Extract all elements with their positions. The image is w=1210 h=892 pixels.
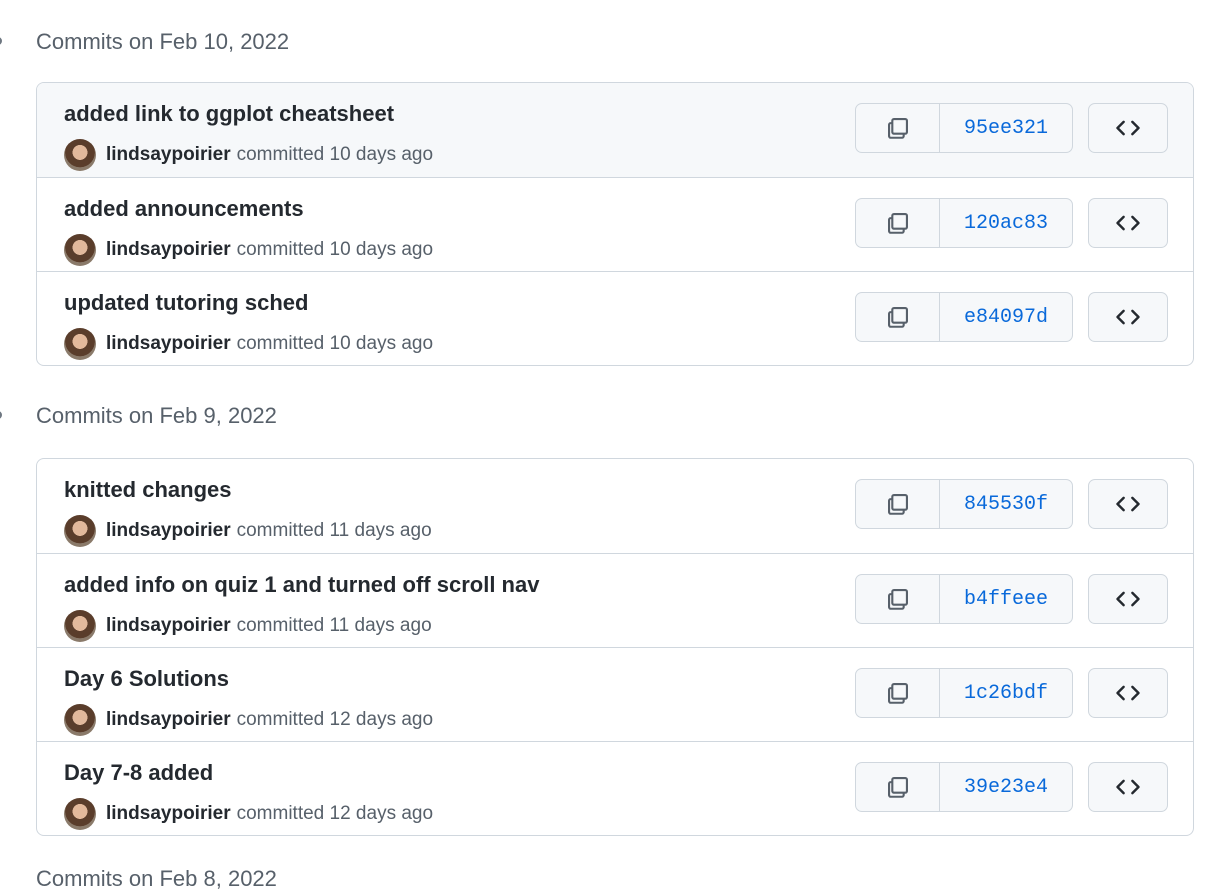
- commit-row[interactable]: Day 6 Solutions lindsaypoirier committed…: [37, 647, 1193, 741]
- copy-icon: [887, 589, 908, 610]
- commit-meta: lindsaypoirier committed 11 days ago: [64, 610, 432, 642]
- next-group-title: Commits on Feb 8, 2022: [36, 866, 277, 891]
- commit-list: knitted changes lindsaypoirier committed…: [36, 458, 1194, 836]
- avatar[interactable]: [64, 328, 96, 360]
- browse-repo-button[interactable]: [1088, 103, 1168, 153]
- commit-sha-link[interactable]: 1c26bdf: [940, 669, 1072, 717]
- sha-button-group: e84097d: [855, 292, 1073, 342]
- commit-time: committed 11 days ago: [236, 615, 432, 636]
- browse-repo-button[interactable]: [1088, 198, 1168, 248]
- copy-icon: [887, 213, 908, 234]
- sha-button-group: 39e23e4: [855, 762, 1073, 812]
- group-title: Commits on Feb 9, 2022: [36, 403, 277, 428]
- code-icon: [1116, 309, 1140, 325]
- commit-message-link[interactable]: updated tutoring sched: [64, 290, 308, 316]
- commit-row[interactable]: Day 7-8 added lindsaypoirier committed 1…: [37, 741, 1193, 835]
- group-title: Commits on Feb 10, 2022: [36, 29, 290, 54]
- commit-sha-link[interactable]: b4ffeee: [940, 575, 1072, 623]
- author-link[interactable]: lindsaypoirier: [106, 709, 231, 731]
- author-link[interactable]: lindsaypoirier: [106, 803, 231, 825]
- code-icon: [1116, 779, 1140, 795]
- commit-meta: lindsaypoirier committed 10 days ago: [64, 139, 433, 171]
- commit-group-header: Commits on Feb 9, 2022: [0, 396, 1210, 436]
- avatar[interactable]: [64, 798, 96, 830]
- commit-sha-link[interactable]: 95ee321: [940, 104, 1072, 152]
- author-link[interactable]: lindsaypoirier: [106, 144, 231, 166]
- copy-sha-button[interactable]: [856, 575, 940, 623]
- commit-row[interactable]: added link to ggplot cheatsheet lindsayp…: [37, 83, 1193, 177]
- avatar[interactable]: [64, 704, 96, 736]
- sha-button-group: 1c26bdf: [855, 668, 1073, 718]
- browse-repo-button[interactable]: [1088, 479, 1168, 529]
- author-link[interactable]: lindsaypoirier: [106, 333, 231, 355]
- copy-sha-button[interactable]: [856, 763, 940, 811]
- commit-time: committed 10 days ago: [236, 239, 434, 260]
- copy-sha-button[interactable]: [856, 199, 940, 247]
- commit-message-link[interactable]: added announcements: [64, 196, 304, 222]
- commit-meta: lindsaypoirier committed 11 days ago: [64, 515, 432, 547]
- commit-list: added link to ggplot cheatsheet lindsayp…: [36, 82, 1194, 366]
- code-icon: [1116, 215, 1140, 231]
- copy-sha-button[interactable]: [856, 480, 940, 528]
- code-icon: [1116, 120, 1140, 136]
- code-icon: [1116, 591, 1140, 607]
- commit-message-link[interactable]: added info on quiz 1 and turned off scro…: [64, 572, 539, 598]
- commit-meta: lindsaypoirier committed 10 days ago: [64, 328, 433, 360]
- sha-button-group: 95ee321: [855, 103, 1073, 153]
- copy-sha-button[interactable]: [856, 669, 940, 717]
- commit-time: committed 12 days ago: [236, 803, 434, 824]
- sha-button-group: 845530f: [855, 479, 1073, 529]
- avatar[interactable]: [64, 234, 96, 266]
- commit-sha-link[interactable]: 845530f: [940, 480, 1072, 528]
- code-icon: [1116, 496, 1140, 512]
- commit-meta: lindsaypoirier committed 10 days ago: [64, 234, 433, 266]
- copy-icon: [887, 494, 908, 515]
- author-link[interactable]: lindsaypoirier: [106, 520, 231, 542]
- commit-message-link[interactable]: Day 7-8 added: [64, 760, 213, 786]
- commit-node-icon: [0, 37, 2, 45]
- commit-time: committed 11 days ago: [236, 520, 432, 541]
- copy-icon: [887, 118, 908, 139]
- browse-repo-button[interactable]: [1088, 668, 1168, 718]
- commit-message-link[interactable]: knitted changes: [64, 477, 231, 503]
- commit-row[interactable]: added info on quiz 1 and turned off scro…: [37, 553, 1193, 647]
- commit-sha-link[interactable]: e84097d: [940, 293, 1072, 341]
- browse-repo-button[interactable]: [1088, 292, 1168, 342]
- code-icon: [1116, 685, 1140, 701]
- copy-icon: [887, 777, 908, 798]
- commit-sha-link[interactable]: 39e23e4: [940, 763, 1072, 811]
- copy-sha-button[interactable]: [856, 104, 940, 152]
- commit-node-icon: [0, 411, 2, 419]
- commit-time: committed 12 days ago: [236, 709, 434, 730]
- author-link[interactable]: lindsaypoirier: [106, 239, 231, 261]
- sha-button-group: b4ffeee: [855, 574, 1073, 624]
- commit-message-link[interactable]: added link to ggplot cheatsheet: [64, 101, 394, 127]
- sha-button-group: 120ac83: [855, 198, 1073, 248]
- commit-time: committed 10 days ago: [236, 333, 434, 354]
- commit-row[interactable]: added announcements lindsaypoirier commi…: [37, 177, 1193, 271]
- copy-icon: [887, 307, 908, 328]
- commit-row[interactable]: knitted changes lindsaypoirier committed…: [37, 459, 1193, 553]
- commit-sha-link[interactable]: 120ac83: [940, 199, 1072, 247]
- copy-icon: [887, 683, 908, 704]
- avatar[interactable]: [64, 139, 96, 171]
- avatar[interactable]: [64, 515, 96, 547]
- commit-time: committed 10 days ago: [236, 144, 434, 165]
- commit-meta: lindsaypoirier committed 12 days ago: [64, 798, 433, 830]
- commit-message-link[interactable]: Day 6 Solutions: [64, 666, 229, 692]
- avatar[interactable]: [64, 610, 96, 642]
- commit-row[interactable]: updated tutoring sched lindsaypoirier co…: [37, 271, 1193, 365]
- commit-meta: lindsaypoirier committed 12 days ago: [64, 704, 433, 736]
- browse-repo-button[interactable]: [1088, 762, 1168, 812]
- commit-group-header: Commits on Feb 10, 2022: [0, 22, 1210, 62]
- author-link[interactable]: lindsaypoirier: [106, 615, 231, 637]
- copy-sha-button[interactable]: [856, 293, 940, 341]
- browse-repo-button[interactable]: [1088, 574, 1168, 624]
